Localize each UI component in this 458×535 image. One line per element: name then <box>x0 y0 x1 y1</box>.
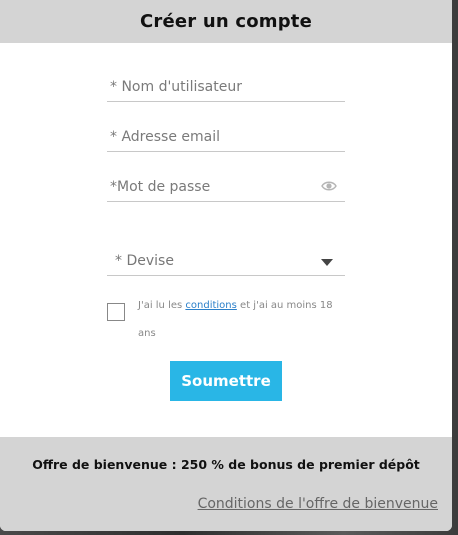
modal-footer: Offre de bienvenue : 250 % de bonus de p… <box>0 437 452 531</box>
caret-down-icon[interactable] <box>321 259 333 266</box>
signup-form: * Devise J'ai lu les conditions et j'ai … <box>0 43 452 437</box>
welcome-offer-text: Offre de bienvenue : 250 % de bonus de p… <box>32 457 420 472</box>
password-input[interactable] <box>107 175 310 199</box>
terms-checkbox[interactable] <box>107 303 125 321</box>
submit-button[interactable]: Soumettre <box>170 361 282 401</box>
modal-title: Créer un compte <box>0 0 452 43</box>
email-input[interactable] <box>107 125 310 149</box>
currency-select-label: * Devise <box>115 253 174 269</box>
eye-icon[interactable] <box>321 180 337 192</box>
password-field-wrapper <box>107 175 345 202</box>
terms-prefix: J'ai lu les <box>138 300 186 311</box>
terms-label: J'ai lu les conditions et j'ai au moins … <box>138 292 348 348</box>
username-field-wrapper <box>107 75 345 102</box>
signup-modal: Créer un compte * Devise J'ai lu les con… <box>0 0 452 531</box>
currency-select[interactable]: * Devise <box>107 249 345 276</box>
welcome-offer-terms-link[interactable]: Conditions de l'offre de bienvenue <box>198 496 438 512</box>
terms-conditions-link[interactable]: conditions <box>185 300 236 311</box>
username-input[interactable] <box>107 75 310 99</box>
email-field-wrapper <box>107 125 345 152</box>
